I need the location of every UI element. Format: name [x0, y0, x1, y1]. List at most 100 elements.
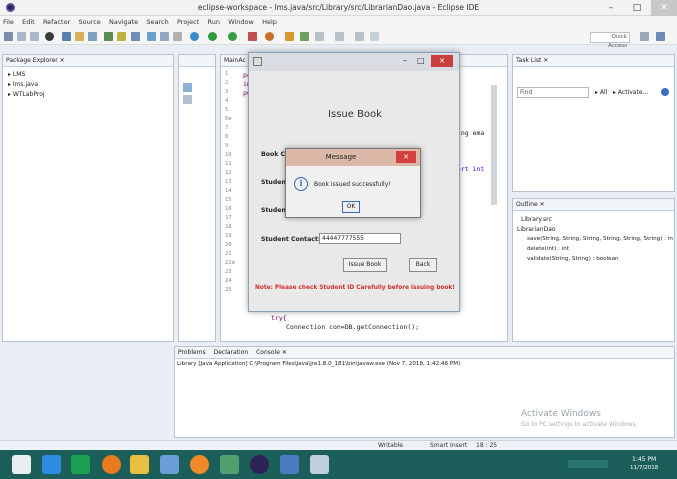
dialog-maximize-button[interactable]: □ [417, 56, 425, 65]
line-number: 2 [225, 80, 229, 86]
file-explorer-icon[interactable] [130, 455, 149, 474]
menu-window[interactable]: Window [225, 16, 257, 26]
ok-button[interactable]: OK [342, 201, 360, 213]
task-list-header: Task List ✕ [513, 55, 674, 67]
menu-help[interactable]: Help [259, 16, 280, 26]
menu-refactor[interactable]: Refactor [40, 16, 73, 26]
menu-run[interactable]: Run [204, 16, 222, 26]
task-find-input[interactable]: Find [517, 87, 589, 98]
package-explorer-header: Package Explorer ✕ [3, 55, 173, 67]
save-all-icon[interactable] [30, 32, 39, 41]
status-cursor-position: 18 : 25 [476, 442, 498, 449]
line-number: 1 [225, 71, 229, 77]
tab-declaration[interactable]: Declaration [214, 349, 249, 356]
skip-icon[interactable] [62, 32, 71, 41]
new-icon[interactable] [4, 32, 13, 41]
forward-icon[interactable] [370, 32, 379, 41]
outline-item-class[interactable]: LibrarianDao [517, 226, 556, 233]
layout-icon[interactable] [160, 32, 169, 41]
message-close-button[interactable]: ✕ [396, 151, 416, 163]
close-button[interactable]: ✕ [651, 0, 677, 16]
windows-start-icon[interactable] [12, 455, 31, 474]
help-icon[interactable] [661, 88, 669, 96]
tab-problems[interactable]: Problems [178, 349, 206, 356]
coverage-icon[interactable] [228, 32, 237, 41]
java-icon[interactable] [104, 32, 113, 41]
outline-item-method-save[interactable]: save(String, String, String, String, Str… [527, 236, 673, 242]
build-icon[interactable] [88, 32, 97, 41]
tree-label: WTLabProj [12, 91, 45, 98]
folder-icon[interactable] [75, 32, 84, 41]
task-list-title[interactable]: Task List ✕ [516, 57, 548, 64]
maximize-button[interactable]: □ [624, 0, 650, 16]
window-taskbar-icon[interactable] [280, 455, 299, 474]
java-app-taskbar-icon[interactable] [310, 455, 329, 474]
media-icon[interactable] [160, 455, 179, 474]
debug-icon[interactable] [45, 32, 54, 41]
outline-item-package[interactable]: Library.src [521, 216, 552, 223]
task-all-filter[interactable]: ▸ All [595, 89, 607, 96]
status-writable: Writable [378, 442, 403, 449]
perspective-icon[interactable] [131, 32, 140, 41]
java-perspective-icon[interactable] [656, 32, 665, 41]
student-contact-label: Student Contact: [261, 236, 321, 243]
app-taskbar-icon[interactable] [220, 455, 239, 474]
back-icon[interactable] [355, 32, 364, 41]
dialog-minimize-button[interactable]: – [403, 56, 407, 65]
title-bar: eclipse-workspace - lms.java/src/Library… [0, 0, 677, 16]
tree-item-lms-java[interactable]: ▸ lms.java [8, 81, 38, 88]
menu-navigate[interactable]: Navigate [106, 16, 141, 26]
java-taskbar-icon[interactable] [190, 455, 209, 474]
view-icon[interactable] [183, 95, 192, 104]
menu-project[interactable]: Project [174, 16, 202, 26]
menu-edit[interactable]: Edit [19, 16, 38, 26]
hierarchy-icon[interactable] [183, 83, 192, 92]
quick-access-input[interactable]: Quick Access [590, 32, 630, 49]
menu-source[interactable]: Source [75, 16, 103, 26]
search-icon[interactable] [117, 32, 126, 41]
open-perspective-icon[interactable] [640, 32, 649, 41]
tab-console[interactable]: Console ✕ [256, 349, 287, 356]
firefox-icon[interactable] [102, 455, 121, 474]
dialog-close-button[interactable]: ✕ [431, 55, 453, 67]
message-dialog: Message ✕ i Book issued successfully! OK [285, 148, 421, 218]
task-activate-link[interactable]: ▸ Activate... [613, 89, 648, 96]
line-number: 6⊕ [225, 116, 232, 122]
package-explorer-title[interactable]: Package Explorer ✕ [6, 57, 65, 64]
eclipse-taskbar-icon[interactable] [250, 455, 269, 474]
annotation-icon[interactable] [335, 32, 344, 41]
tree-item-lms[interactable]: ▸ LMS [8, 71, 25, 78]
menu-file[interactable]: File [0, 16, 17, 26]
tree-item-wtlabproj[interactable]: ▸ WTLabProj [8, 91, 45, 98]
outline-item-method-delete[interactable]: delete(int) : int [527, 246, 569, 252]
back-button[interactable]: Back [409, 258, 437, 272]
main-toolbar: Quick Access [0, 29, 677, 49]
minimize-button[interactable]: – [598, 0, 624, 16]
internet-explorer-icon[interactable] [42, 455, 61, 474]
new-java-icon[interactable] [265, 32, 274, 41]
pin-icon[interactable] [173, 32, 182, 41]
console-output: Library [Java Application] C:\Program Fi… [177, 361, 461, 367]
editor-scrollbar[interactable] [491, 85, 497, 205]
open-type-icon[interactable] [147, 32, 156, 41]
run-icon[interactable] [208, 32, 217, 41]
issue-note: Note: Please check Student ID Carefully … [255, 285, 455, 291]
console-pane: Problems Declaration Console ✕ Library [… [174, 346, 675, 438]
edit-icon[interactable] [315, 32, 324, 41]
menu-search[interactable]: Search [143, 16, 171, 26]
collapsed-view-pane [178, 54, 216, 342]
new-package-icon[interactable] [285, 32, 294, 41]
store-icon[interactable] [71, 455, 90, 474]
external-tools-icon[interactable] [248, 32, 257, 41]
tray-icons[interactable] [568, 460, 608, 468]
save-icon[interactable] [17, 32, 26, 41]
outline-item-method-validate[interactable]: validate(String, String) : boolean [527, 256, 619, 262]
new-class-icon[interactable] [300, 32, 309, 41]
issue-dialog-title-bar: – □ ✕ [249, 53, 459, 71]
issue-book-button[interactable]: Issue Book [343, 258, 387, 272]
run-debug-icon[interactable] [190, 32, 199, 41]
editor-tab[interactable]: MainAc [224, 57, 246, 64]
student-contact-input[interactable]: 44447777555 [319, 233, 401, 244]
code-line: try{ [271, 314, 287, 322]
outline-title[interactable]: Outline ✕ [516, 201, 545, 208]
